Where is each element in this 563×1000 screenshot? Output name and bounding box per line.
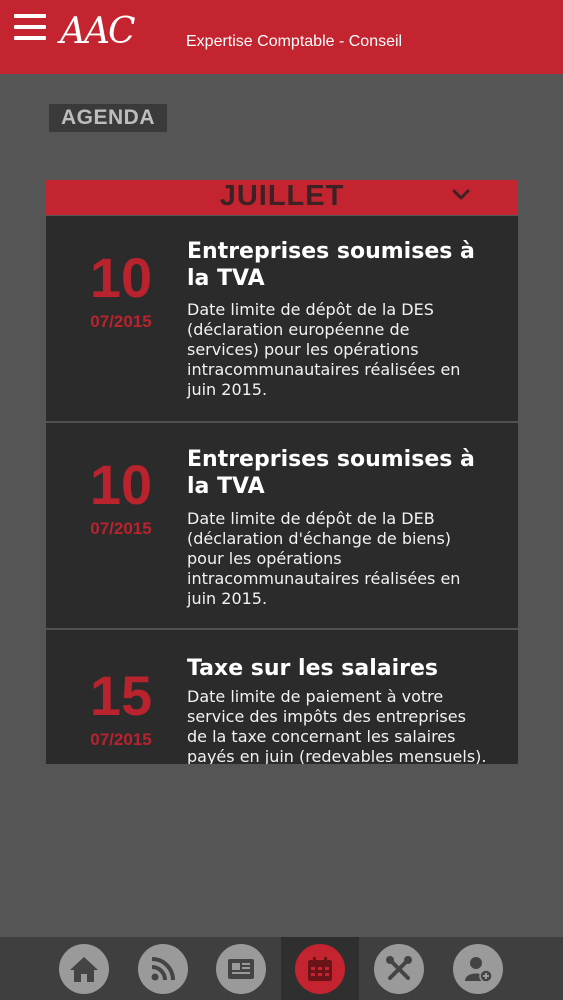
tools-icon	[374, 943, 424, 994]
app-tagline: Expertise Comptable - Conseil	[186, 33, 403, 50]
nav-home[interactable]	[45, 937, 123, 1000]
month-title: JUILLET	[219, 180, 345, 212]
chevron-down-icon	[452, 189, 470, 200]
hamburger-menu-icon[interactable]	[14, 14, 46, 40]
event-day: 15	[89, 664, 153, 727]
calendar-icon	[295, 943, 345, 994]
agenda-list[interactable]: 10 07/2015 Entreprises soumises à la TVA…	[46, 216, 518, 764]
event-title: Entreprises soumises à la TVA	[187, 239, 475, 291]
nav-agenda[interactable]	[281, 937, 359, 1000]
nav-news-feed[interactable]	[124, 937, 202, 1000]
event-description: Date limite de dépôt de la DEB (déclarat…	[187, 509, 461, 608]
event-title: Taxe sur les salaires	[187, 656, 439, 681]
app-logo[interactable]: AAC	[60, 12, 136, 52]
section-title: AGENDA	[49, 104, 167, 132]
event-month-year: 07/2015	[90, 730, 152, 749]
agenda-item[interactable]: 15 07/2015 Taxe sur les salaires Date li…	[46, 632, 518, 764]
month-selector[interactable]: JUILLET	[46, 180, 518, 215]
event-day: 10	[89, 453, 153, 516]
nav-tools[interactable]	[360, 937, 438, 1000]
nav-contact[interactable]	[439, 937, 517, 1000]
nav-articles[interactable]	[202, 937, 280, 1000]
event-title: Entreprises soumises à la TVA	[187, 447, 475, 499]
rss-icon	[138, 943, 188, 994]
home-icon	[59, 943, 109, 994]
event-description: Date limite de dépôt de la DES (déclarat…	[187, 300, 461, 399]
agenda-item[interactable]: 10 07/2015 Entreprises soumises à la TVA…	[46, 216, 518, 423]
event-month-year: 07/2015	[90, 312, 152, 331]
newspaper-icon	[216, 943, 266, 994]
event-description: Date limite de paiement à votre service …	[187, 687, 487, 764]
add-user-icon	[453, 943, 503, 994]
event-day: 10	[89, 246, 153, 309]
bottom-navigation	[0, 937, 563, 1000]
app-header: AAC Expertise Comptable - Conseil	[0, 0, 563, 74]
event-month-year: 07/2015	[90, 519, 152, 538]
agenda-item[interactable]: 10 07/2015 Entreprises soumises à la TVA…	[46, 423, 518, 630]
